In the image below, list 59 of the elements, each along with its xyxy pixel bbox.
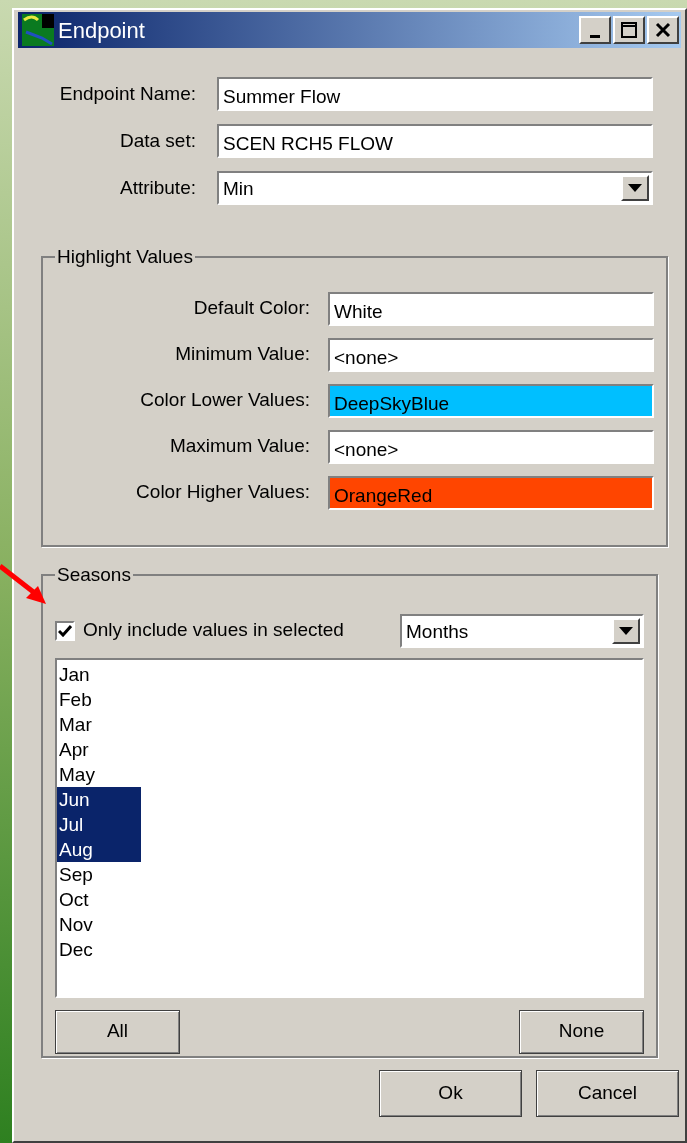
dialog-button[interactable]: Ok bbox=[379, 1070, 522, 1117]
close-button[interactable] bbox=[647, 16, 679, 44]
window-title: Endpoint bbox=[58, 16, 145, 45]
field-label: Maximum Value: bbox=[168, 434, 311, 459]
app-icon bbox=[22, 14, 54, 46]
text-field[interactable]: <none> bbox=[328, 337, 654, 372]
minimize-button[interactable] bbox=[579, 16, 611, 44]
month-item[interactable]: Apr bbox=[57, 736, 141, 762]
field-value: <none> bbox=[334, 437, 399, 462]
field-value: OrangeRed bbox=[334, 483, 433, 508]
check-icon bbox=[58, 624, 72, 637]
dropdown-field[interactable]: Min bbox=[217, 171, 653, 205]
maximize-icon bbox=[621, 22, 637, 38]
text-field[interactable]: White bbox=[328, 291, 654, 326]
month-item[interactable]: Aug bbox=[57, 836, 141, 862]
field-label: Minimum Value: bbox=[174, 342, 311, 367]
dropdown-field[interactable]: Months bbox=[400, 613, 644, 648]
dropdown-button[interactable] bbox=[621, 175, 649, 201]
dropdown-button[interactable] bbox=[612, 617, 640, 644]
month-item[interactable]: Oct bbox=[57, 886, 141, 912]
field-label: Default Color: bbox=[192, 296, 311, 321]
field-value: Summer Flow bbox=[223, 85, 341, 109]
field-value: Min bbox=[223, 177, 254, 201]
month-item[interactable]: Jan bbox=[57, 661, 141, 687]
minimize-icon bbox=[590, 34, 600, 38]
field-value: <none> bbox=[334, 345, 399, 370]
month-item[interactable]: Feb bbox=[57, 686, 141, 712]
month-item[interactable]: Dec bbox=[57, 936, 141, 962]
group-title: Highlight Values bbox=[56, 245, 194, 269]
field-value: Months bbox=[406, 619, 469, 644]
maximize-button[interactable] bbox=[613, 16, 645, 44]
checkbox[interactable] bbox=[55, 620, 75, 641]
text-field[interactable]: <none> bbox=[328, 429, 654, 464]
month-item[interactable]: Jun bbox=[57, 786, 141, 812]
month-item[interactable]: Sep bbox=[57, 861, 141, 887]
month-item[interactable]: May bbox=[57, 761, 141, 787]
close-icon bbox=[655, 22, 671, 38]
text-field[interactable]: Summer Flow bbox=[217, 77, 653, 111]
month-item[interactable]: Jul bbox=[57, 811, 141, 837]
checkbox-label: Only include values in selected bbox=[83, 618, 344, 643]
caret-icon bbox=[628, 184, 642, 192]
text-field[interactable]: SCEN RCH5 FLOW bbox=[217, 124, 653, 158]
month-item[interactable]: Mar bbox=[57, 711, 141, 737]
field-value: DeepSkyBlue bbox=[334, 391, 450, 416]
group-title: Seasons bbox=[56, 563, 132, 587]
text-field[interactable]: DeepSkyBlue bbox=[328, 383, 654, 418]
field-label: Endpoint Name: bbox=[58, 81, 197, 106]
field-value: White bbox=[334, 299, 383, 324]
month-item[interactable]: Nov bbox=[57, 911, 141, 937]
dialog-button[interactable]: None bbox=[519, 1009, 644, 1054]
field-label: Attribute: bbox=[118, 175, 197, 200]
field-value: SCEN RCH5 FLOW bbox=[223, 132, 393, 156]
field-label: Data set: bbox=[118, 128, 197, 153]
text-field[interactable]: OrangeRed bbox=[328, 475, 654, 510]
field-label: Color Higher Values: bbox=[135, 480, 311, 505]
dialog-button[interactable]: All bbox=[55, 1009, 180, 1054]
field-label: Color Lower Values: bbox=[139, 388, 311, 413]
dialog-button[interactable]: Cancel bbox=[536, 1070, 679, 1117]
caret-icon bbox=[619, 626, 633, 635]
